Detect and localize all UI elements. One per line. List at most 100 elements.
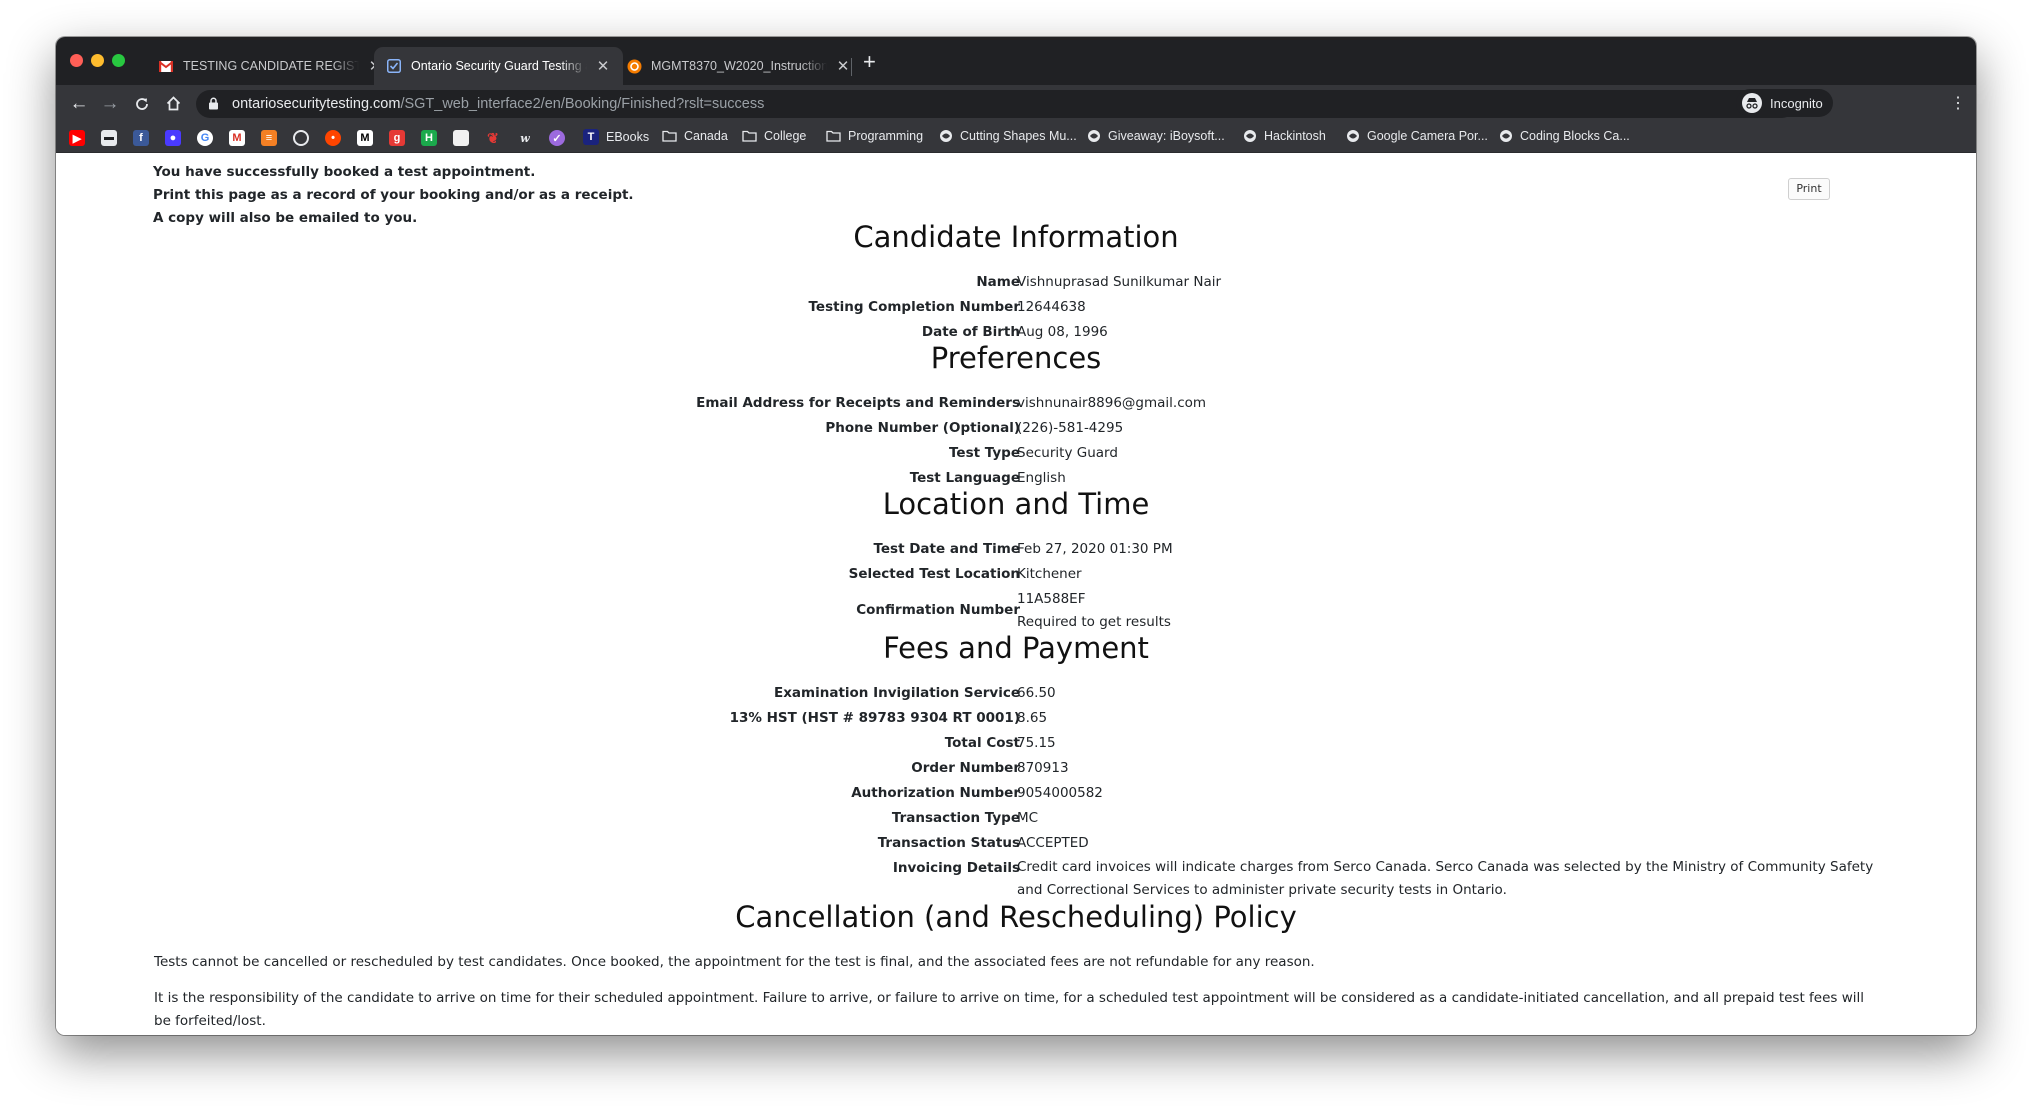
row-label: Selected Test Location — [848, 566, 1020, 582]
gmail-icon — [158, 58, 174, 74]
back-arrow-icon[interactable]: ← — [68, 93, 90, 115]
row-value: 8.65 — [1017, 710, 1048, 726]
tab-divider — [851, 58, 852, 76]
medium-icon[interactable]: M — [357, 130, 373, 146]
tab-ontario-security[interactable]: Ontario Security Guard Testing and Booki… — [374, 47, 623, 85]
github-icon[interactable] — [293, 130, 309, 146]
row-value: 66.50 — [1017, 685, 1056, 701]
folder-icon — [826, 130, 841, 142]
globe-icon — [1243, 129, 1257, 143]
home-icon[interactable] — [162, 93, 184, 115]
row-label: Testing Completion Number — [808, 299, 1020, 315]
globe-icon — [1499, 129, 1513, 143]
url-host: ontariosecuritytesting.com — [232, 96, 401, 112]
confirmation-note: Required to get results — [1017, 614, 1171, 630]
bookmark-ebooks[interactable]: T EBooks — [583, 129, 649, 145]
bookmark-google-camera[interactable]: Google Camera Por... — [1346, 129, 1488, 143]
row-value: 9054000582 — [1017, 785, 1103, 801]
section-title-policy: Cancellation (and Rescheduling) Policy — [735, 900, 1297, 934]
reload-icon[interactable] — [131, 93, 153, 115]
maximize-window-button[interactable] — [112, 54, 125, 67]
invoicing-details: Credit card invoices will indicate charg… — [1017, 859, 1874, 898]
tool-icon[interactable]: ✓ — [549, 130, 565, 146]
menu-kebab-icon[interactable]: ⋮ — [1950, 93, 1966, 115]
notice-line: Print this page as a record of your book… — [153, 187, 634, 203]
bookmark-label: Hackintosh — [1264, 129, 1326, 143]
incognito-label: Incognito — [1770, 95, 1823, 111]
globe-icon — [939, 129, 953, 143]
row-value: 75.15 — [1017, 735, 1056, 751]
bookmark-label: Cutting Shapes Mu... — [960, 129, 1077, 143]
gmail-bookmark-icon[interactable]: M — [229, 130, 245, 146]
stackoverflow-icon[interactable]: ≡ — [261, 130, 277, 146]
tab-strip: TESTING CANDIDATE REGISTRATION ✕ Ontario… — [56, 37, 1976, 85]
tab-gmail[interactable] — [56, 47, 80, 85]
tab-registration[interactable]: TESTING CANDIDATE REGISTRATION ✕ — [146, 47, 395, 85]
bookmark-college[interactable]: College — [742, 129, 806, 143]
incognito-badge[interactable]: Incognito — [1736, 89, 1833, 117]
t-icon: T — [583, 129, 599, 145]
row-value: Vishnuprasad Sunilkumar Nair — [1017, 274, 1222, 290]
row-label: Transaction Type — [891, 810, 1020, 826]
row-value: vishnunair8896@gmail.com — [1017, 395, 1207, 411]
row-value: Kitchener — [1017, 566, 1082, 582]
bookmark-icon[interactable] — [101, 130, 117, 146]
globe-icon — [1087, 129, 1101, 143]
row-value: ACCEPTED — [1017, 835, 1089, 851]
reddit-icon[interactable]: • — [325, 130, 341, 146]
bookmark-cutting-shapes[interactable]: Cutting Shapes Mu... — [939, 129, 1077, 143]
section-title-preferences: Preferences — [930, 341, 1102, 375]
minimize-window-button[interactable] — [91, 54, 104, 67]
row-value: Security Guard — [1017, 445, 1118, 461]
section-title-location: Location and Time — [882, 487, 1150, 521]
row-label: Test Type — [949, 445, 1020, 461]
row-label: 13% HST (HST # 89783 9304 RT 0001) — [729, 710, 1020, 726]
browser-toolbar: ← → ontariosecuritytesting.com/SGT_web_i… — [56, 85, 1976, 123]
incognito-icon — [1742, 93, 1762, 113]
row-label: Authorization Number — [851, 785, 1020, 801]
new-tab-plus-icon[interactable]: + — [863, 51, 876, 73]
tab-title: MGMT8370_W2020_Instructions — [651, 59, 827, 73]
tab-title: Ontario Security Guard Testing and Booki… — [411, 59, 587, 73]
row-label: Confirmation Number — [856, 602, 1020, 618]
page-bookmark-icon[interactable] — [453, 130, 469, 146]
g-bookmark-icon[interactable]: g — [389, 130, 405, 146]
bookmark-canada[interactable]: Canada — [662, 129, 728, 143]
tab-close-icon[interactable]: ✕ — [595, 57, 611, 75]
tab-title: TESTING CANDIDATE REGISTRATION — [183, 59, 359, 73]
row-label: Test Language — [909, 470, 1020, 486]
lock-icon — [208, 97, 219, 115]
folder-icon — [662, 130, 677, 142]
facebook-icon[interactable]: f — [133, 130, 149, 146]
row-value: English — [1017, 470, 1066, 486]
forward-arrow-icon[interactable]: → — [99, 93, 121, 115]
bookmark-giveaway[interactable]: Giveaway: iBoysoft... — [1087, 129, 1225, 143]
row-label: Order Number — [911, 760, 1020, 776]
address-bar[interactable]: ontariosecuritytesting.com/SGT_web_inter… — [196, 90, 1796, 118]
globe-icon — [1346, 129, 1360, 143]
bookmark-label: Coding Blocks Ca... — [1520, 129, 1630, 143]
wikipedia-icon[interactable]: w — [517, 130, 533, 146]
tab-close-icon[interactable]: ✕ — [835, 57, 851, 75]
folder-icon — [742, 130, 757, 142]
d2l-icon — [626, 58, 642, 74]
bookmark-coding-blocks[interactable]: Coding Blocks Ca... — [1499, 129, 1630, 143]
browser-window: TESTING CANDIDATE REGISTRATION ✕ Ontario… — [56, 37, 1976, 1035]
tab-mgmt8370[interactable]: MGMT8370_W2020_Instructions ✕ — [614, 47, 863, 85]
hackerrank-icon[interactable]: H — [421, 130, 437, 146]
messenger-icon[interactable]: ● — [165, 130, 181, 146]
row-label: Test Date and Time — [873, 541, 1020, 557]
row-value: MC — [1017, 810, 1039, 826]
youtube-icon[interactable]: ▶ — [69, 130, 85, 146]
bookmark-label: Programming — [848, 129, 924, 143]
row-label: Examination Invigilation Service — [774, 685, 1020, 701]
bookmark-programming[interactable]: Programming — [826, 129, 923, 143]
bookmarks-bar: ▶ f ● G M ≡ • M g H ❦ w ✓ T EBooks Canad… — [56, 123, 1976, 153]
policy-paragraph: Tests cannot be cancelled or rescheduled… — [154, 954, 1315, 970]
print-button[interactable]: Print — [1788, 178, 1830, 200]
notice-line: You have successfully booked a test appo… — [153, 164, 536, 180]
row-value: 12644638 — [1017, 299, 1086, 315]
google-icon[interactable]: G — [197, 130, 213, 146]
bookmark-hackintosh[interactable]: Hackintosh — [1243, 129, 1326, 143]
cherry-icon[interactable]: ❦ — [485, 130, 501, 146]
